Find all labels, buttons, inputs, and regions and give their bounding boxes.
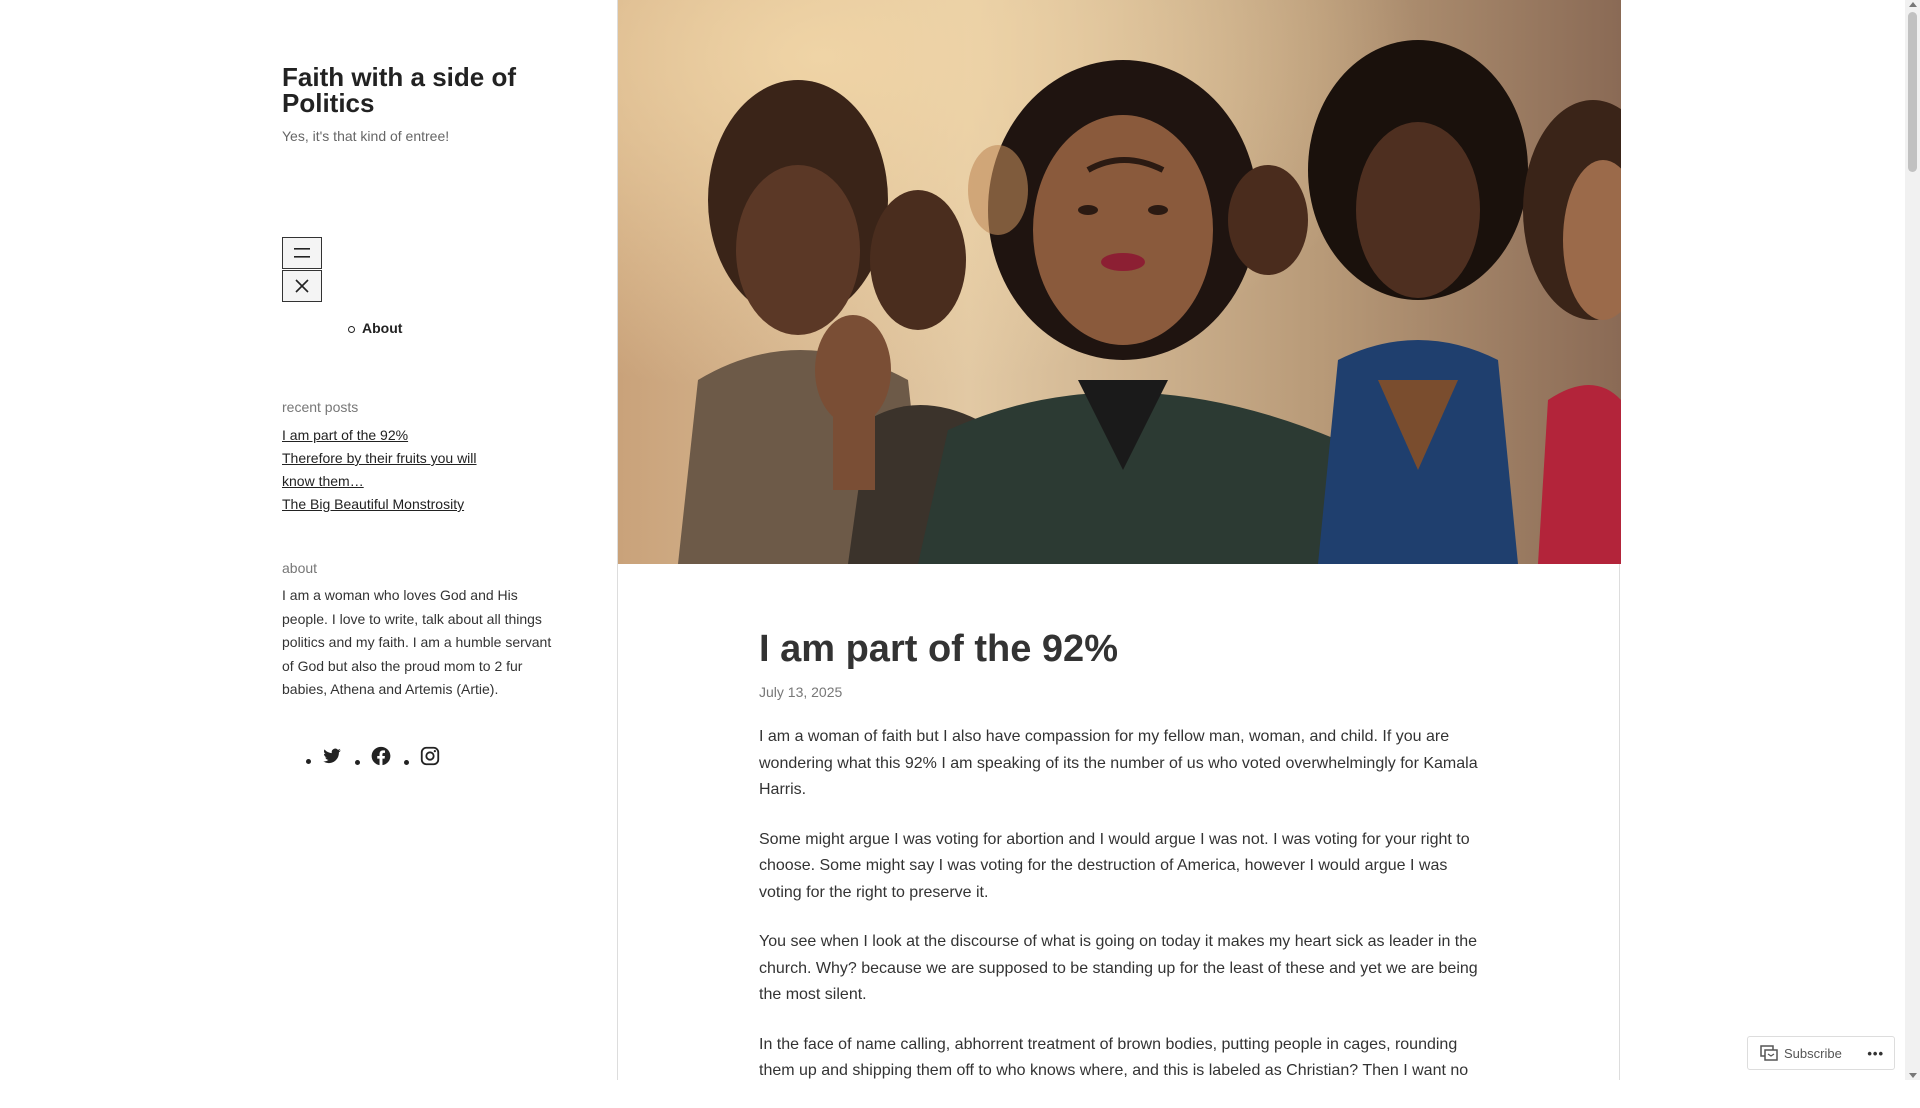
social-item	[355, 745, 404, 767]
primary-nav: About	[347, 320, 402, 336]
post-date[interactable]: July 13, 2025	[759, 684, 842, 700]
social-item	[404, 745, 453, 767]
site-description: Yes, it's that kind of entree!	[282, 128, 450, 144]
list-item: I am part of the 92%	[282, 424, 502, 447]
list-bullet	[355, 760, 360, 765]
list-item: Therefore by their fruits you will know …	[282, 447, 502, 493]
post-paragraph: In the face of name calling, abhorrent t…	[759, 1035, 1469, 1080]
post-paragraph: You see when I look at the discourse of …	[759, 933, 1478, 1003]
subscribe-button[interactable]: Subscribe	[1784, 1046, 1842, 1061]
recent-posts-title: recent posts	[282, 399, 359, 415]
twitter-icon[interactable]	[321, 746, 343, 766]
scroll-up-arrow-icon[interactable]	[1909, 2, 1917, 7]
list-bullet	[404, 760, 409, 765]
post-body: I am a woman of faith but I also have co…	[759, 724, 1487, 1108]
about-text: I am a woman who loves God and His peopl…	[282, 587, 552, 697]
vertical-scrollbar[interactable]	[1905, 0, 1920, 1080]
hamburger-icon	[294, 248, 310, 258]
post-title[interactable]: I am part of the 92%	[759, 628, 1118, 671]
recent-posts-list: I am part of the 92% Therefore by their …	[282, 424, 502, 516]
menu-open-button[interactable]	[282, 237, 322, 269]
about-widget-title: about	[282, 560, 318, 576]
featured-image	[618, 0, 1621, 564]
instagram-icon[interactable]	[419, 745, 441, 767]
main-content: I am part of the 92% July 13, 2025 I am …	[617, 0, 1621, 1080]
nav-item-about[interactable]: About	[347, 320, 402, 336]
scroll-down-arrow-icon[interactable]	[1909, 1073, 1917, 1078]
post-paragraph: I am a woman of faith but I also have co…	[759, 728, 1478, 798]
recent-post-link[interactable]: Therefore by their fruits you will know …	[282, 450, 477, 489]
close-icon	[295, 279, 309, 293]
recent-post-link[interactable]: The Big Beautiful Monstrosity	[282, 496, 464, 512]
recent-post-link[interactable]: I am part of the 92%	[282, 427, 408, 443]
facebook-icon[interactable]	[370, 745, 392, 767]
list-bullet	[306, 759, 311, 764]
site-title[interactable]: Faith with a side of Politics	[282, 64, 542, 116]
list-item: The Big Beautiful Monstrosity	[282, 493, 502, 516]
post-paragraph: Some might argue I was voting for aborti…	[759, 830, 1470, 901]
social-links	[306, 745, 453, 767]
more-options-button[interactable]: •••	[1867, 1046, 1884, 1061]
subscribe-bar: Subscribe •••	[1747, 1036, 1895, 1070]
menu-close-button[interactable]	[282, 270, 322, 302]
social-item	[306, 746, 355, 766]
scrollbar-thumb[interactable]	[1908, 12, 1917, 172]
subscribe-icon[interactable]	[1760, 1045, 1778, 1061]
